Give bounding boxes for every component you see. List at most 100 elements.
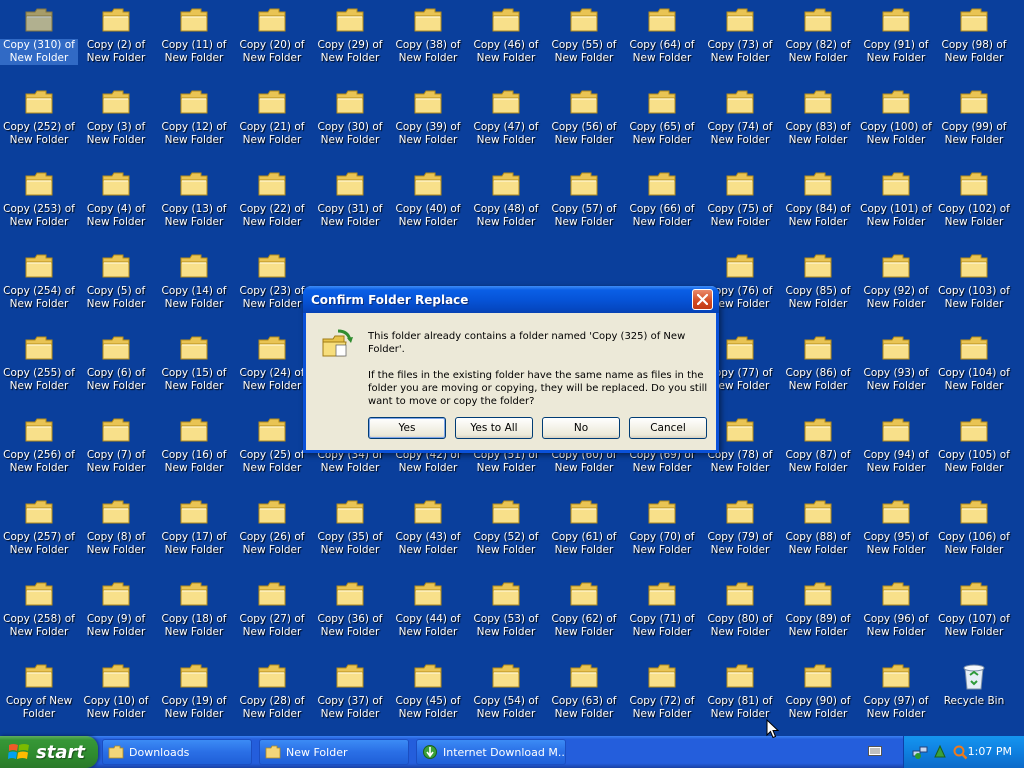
desktop-folder-item[interactable]: Copy (19) of New Folder [155,660,233,732]
recycle-bin-desktop-icon[interactable]: Recycle Bin [935,660,1013,732]
desktop-folder-item[interactable]: Copy (97) of New Folder [857,660,935,732]
desktop-folder-item[interactable]: Copy (91) of New Folder [857,4,935,76]
desktop-folder-item[interactable]: Copy (23) of New Folder [233,250,311,322]
keyboard-icon[interactable] [868,745,882,760]
desktop-folder-item[interactable]: Copy (45) of New Folder [389,660,467,732]
desktop-folder-item[interactable]: Copy (257) of New Folder [0,496,78,568]
desktop-folder-item[interactable]: Copy (21) of New Folder [233,86,311,158]
desktop-folder-item[interactable]: Copy (53) of New Folder [467,578,545,650]
app-icon[interactable] [932,744,948,760]
desktop-folder-item[interactable]: Copy (43) of New Folder [389,496,467,568]
no-button[interactable]: No [542,417,620,439]
desktop-folder-item[interactable]: Copy (87) of New Folder [779,414,857,486]
desktop-folder-item[interactable]: Copy (10) of New Folder [77,660,155,732]
desktop-folder-item[interactable]: Copy (16) of New Folder [155,414,233,486]
desktop-folder-item[interactable]: Copy (13) of New Folder [155,168,233,240]
desktop-folder-item[interactable]: Copy (20) of New Folder [233,4,311,76]
desktop-folder-item[interactable]: Copy (31) of New Folder [311,168,389,240]
desktop-folder-item[interactable]: Copy (37) of New Folder [311,660,389,732]
desktop-folder-item[interactable]: Copy (66) of New Folder [623,168,701,240]
desktop-folder-item[interactable]: Copy (5) of New Folder [77,250,155,322]
desktop-folder-item[interactable]: Copy (36) of New Folder [311,578,389,650]
desktop-folder-item[interactable]: Copy (8) of New Folder [77,496,155,568]
desktop-folder-item[interactable]: Copy (70) of New Folder [623,496,701,568]
dialog-titlebar[interactable]: Confirm Folder Replace [303,286,719,313]
desktop-folder-item[interactable]: Copy (92) of New Folder [857,250,935,322]
desktop-folder-item[interactable]: Copy (93) of New Folder [857,332,935,404]
desktop-folder-item[interactable]: Copy (95) of New Folder [857,496,935,568]
desktop-folder-item[interactable]: Copy (104) of New Folder [935,332,1013,404]
desktop-folder-item[interactable]: Copy (18) of New Folder [155,578,233,650]
desktop-folder-item[interactable]: Copy (11) of New Folder [155,4,233,76]
desktop-folder-item[interactable]: Copy (4) of New Folder [77,168,155,240]
yes-to-all-button[interactable]: Yes to All [455,417,533,439]
desktop-folder-item[interactable]: Copy (100) of New Folder [857,86,935,158]
desktop-folder-item[interactable]: Copy (99) of New Folder [935,86,1013,158]
desktop-folder-item[interactable]: Copy (85) of New Folder [779,250,857,322]
desktop-folder-item[interactable]: Copy (17) of New Folder [155,496,233,568]
desktop-folder-item[interactable]: Copy (24) of New Folder [233,332,311,404]
desktop-folder-item[interactable]: Copy (54) of New Folder [467,660,545,732]
desktop-folder-item[interactable]: Copy (256) of New Folder [0,414,78,486]
desktop-folder-item[interactable]: Copy (26) of New Folder [233,496,311,568]
desktop-folder-item[interactable]: Copy (255) of New Folder [0,332,78,404]
desktop-folder-item[interactable]: Copy (62) of New Folder [545,578,623,650]
desktop-folder-item[interactable]: Copy (102) of New Folder [935,168,1013,240]
desktop-folder-item[interactable]: Copy (65) of New Folder [623,86,701,158]
desktop-folder-item[interactable]: Copy (83) of New Folder [779,86,857,158]
desktop-folder-item[interactable]: Copy (310) of New Folder [0,4,78,76]
desktop-folder-item[interactable]: Copy (84) of New Folder [779,168,857,240]
start-button[interactable]: start [0,736,98,768]
desktop-folder-item[interactable]: Copy (258) of New Folder [0,578,78,650]
desktop-folder-item[interactable]: Copy (6) of New Folder [77,332,155,404]
desktop-folder-item[interactable]: Copy (98) of New Folder [935,4,1013,76]
desktop-folder-item[interactable]: Copy (40) of New Folder [389,168,467,240]
desktop-folder-item[interactable]: Copy (72) of New Folder [623,660,701,732]
desktop-folder-item[interactable]: Copy (94) of New Folder [857,414,935,486]
desktop-folder-item[interactable]: Copy (7) of New Folder [77,414,155,486]
desktop-folder-item[interactable]: Copy (56) of New Folder [545,86,623,158]
desktop-folder-item[interactable]: Copy (254) of New Folder [0,250,78,322]
desktop-folder-item[interactable]: Copy (63) of New Folder [545,660,623,732]
close-button[interactable] [692,289,713,310]
desktop-folder-item[interactable]: Copy (105) of New Folder [935,414,1013,486]
desktop-folder-item[interactable]: Copy (73) of New Folder [701,4,779,76]
desktop-folder-item[interactable]: Copy of New Folder [0,660,78,732]
desktop-folder-item[interactable]: Copy (52) of New Folder [467,496,545,568]
desktop-folder-item[interactable]: Copy (79) of New Folder [701,496,779,568]
desktop-folder-item[interactable]: Copy (82) of New Folder [779,4,857,76]
desktop-folder-item[interactable]: Copy (88) of New Folder [779,496,857,568]
desktop-folder-item[interactable]: Copy (106) of New Folder [935,496,1013,568]
taskbar-item-internet-download-manager[interactable]: Internet Download M... [416,739,566,765]
taskbar-item-downloads[interactable]: Downloads [102,739,252,765]
desktop-folder-item[interactable]: Copy (2) of New Folder [77,4,155,76]
desktop-folder-item[interactable]: Copy (48) of New Folder [467,168,545,240]
cancel-button[interactable]: Cancel [629,417,707,439]
desktop-folder-item[interactable]: Copy (74) of New Folder [701,86,779,158]
desktop-folder-item[interactable]: Copy (55) of New Folder [545,4,623,76]
desktop-folder-item[interactable]: Copy (107) of New Folder [935,578,1013,650]
desktop-folder-item[interactable]: Copy (15) of New Folder [155,332,233,404]
desktop-folder-item[interactable]: Copy (29) of New Folder [311,4,389,76]
desktop-folder-item[interactable]: Copy (9) of New Folder [77,578,155,650]
desktop-folder-item[interactable]: Copy (12) of New Folder [155,86,233,158]
desktop-folder-item[interactable]: Copy (64) of New Folder [623,4,701,76]
desktop-folder-item[interactable]: Copy (44) of New Folder [389,578,467,650]
desktop-folder-item[interactable]: Copy (89) of New Folder [779,578,857,650]
desktop-folder-item[interactable]: Copy (86) of New Folder [779,332,857,404]
desktop-folder-item[interactable]: Copy (14) of New Folder [155,250,233,322]
desktop-folder-item[interactable]: Copy (75) of New Folder [701,168,779,240]
clock[interactable]: 1:07 PM [968,745,1012,758]
desktop-folder-item[interactable]: Copy (22) of New Folder [233,168,311,240]
desktop-folder-item[interactable]: Copy (46) of New Folder [467,4,545,76]
desktop-folder-item[interactable]: Copy (35) of New Folder [311,496,389,568]
desktop-folder-item[interactable]: Copy (25) of New Folder [233,414,311,486]
desktop-folder-item[interactable]: Copy (28) of New Folder [233,660,311,732]
network-icon[interactable] [912,744,928,760]
desktop-folder-item[interactable]: Copy (47) of New Folder [467,86,545,158]
desktop-folder-item[interactable]: Copy (39) of New Folder [389,86,467,158]
desktop-folder-item[interactable]: Copy (57) of New Folder [545,168,623,240]
desktop-folder-item[interactable]: Copy (90) of New Folder [779,660,857,732]
desktop-folder-item[interactable]: Copy (30) of New Folder [311,86,389,158]
desktop-folder-item[interactable]: Copy (3) of New Folder [77,86,155,158]
